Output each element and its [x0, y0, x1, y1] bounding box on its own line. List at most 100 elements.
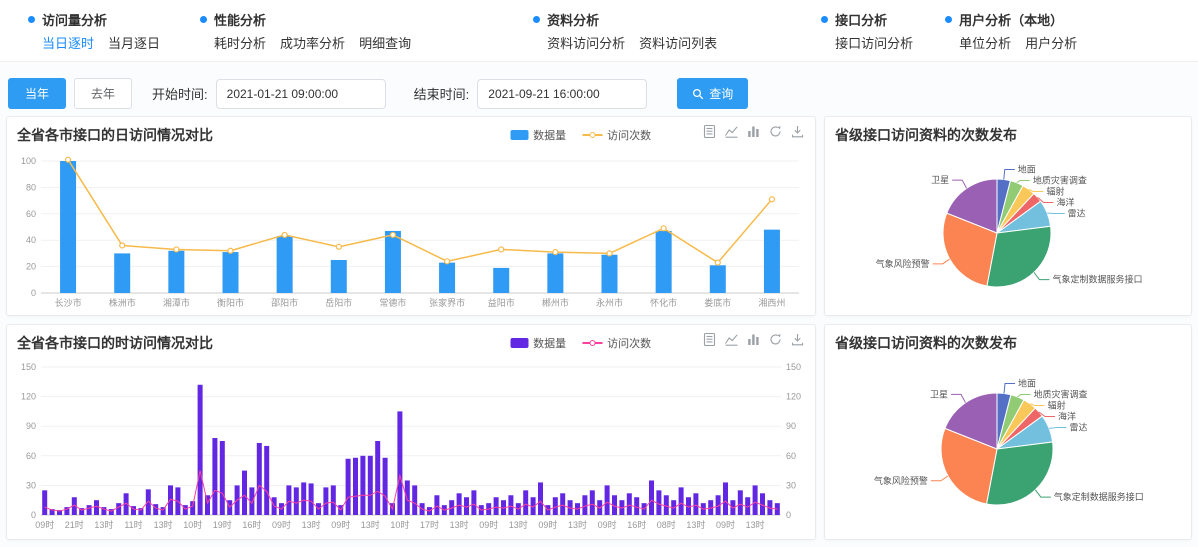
last-year-button[interactable]: 去年	[74, 78, 132, 109]
nav-item-data-access-list[interactable]: 资料访问列表	[639, 33, 717, 52]
svg-text:地面: 地面	[1018, 164, 1036, 175]
refresh-icon[interactable]	[768, 124, 783, 139]
nav-section-title: 访问量分析	[42, 10, 107, 29]
province-access-pie-chart: 地面地质灾害调查辐射海洋雷达气象定制数据服务接口气象风险预警卫星	[825, 147, 1191, 315]
download-icon[interactable]	[790, 332, 805, 347]
svg-text:辐射: 辐射	[1046, 186, 1064, 197]
svg-text:郴州市: 郴州市	[542, 297, 569, 308]
bar-chart-icon[interactable]	[746, 124, 761, 139]
nav-item-unit-analysis[interactable]: 单位分析	[959, 33, 1011, 52]
svg-text:地质灾害调查: 地质灾害调查	[1033, 175, 1087, 186]
svg-text:13时: 13时	[568, 519, 587, 530]
svg-text:海洋: 海洋	[1058, 411, 1076, 422]
svg-text:邵阳市: 邵阳市	[271, 297, 298, 308]
nav-item-daily-month[interactable]: 当月逐日	[108, 33, 160, 52]
filter-bar: 当年 去年 开始时间: 结束时间: 查询	[8, 78, 748, 109]
nav-item-time-cost[interactable]: 耗时分析	[214, 33, 266, 52]
svg-text:永州市: 永州市	[596, 297, 623, 308]
nav-item-detail-query[interactable]: 明细查询	[359, 33, 411, 52]
svg-text:13时: 13时	[746, 519, 765, 530]
nav-item-success-rate[interactable]: 成功率分析	[280, 33, 345, 52]
svg-text:株洲市: 株洲市	[109, 297, 136, 308]
svg-text:岳阳市: 岳阳市	[325, 297, 352, 308]
svg-text:80: 80	[26, 182, 36, 192]
nav-section-title: 用户分析（本地）	[959, 10, 1063, 29]
search-button-label: 查询	[709, 85, 733, 102]
line-series-swatch	[582, 134, 602, 136]
svg-text:雷达: 雷达	[1070, 422, 1088, 433]
nav-section-title: 接口分析	[835, 10, 887, 29]
svg-text:地质灾害调查: 地质灾害调查	[1034, 389, 1088, 400]
line-marker	[589, 132, 595, 138]
line-chart-icon[interactable]	[724, 332, 739, 347]
svg-text:雷达: 雷达	[1068, 208, 1086, 219]
bar-chart-icon[interactable]	[746, 332, 761, 347]
nav-section-user: 用户分析（本地） 单位分析 用户分析	[945, 10, 1077, 61]
svg-text:09时: 09时	[272, 519, 291, 530]
svg-text:09时: 09时	[479, 519, 498, 530]
this-year-button[interactable]: 当年	[8, 78, 66, 109]
svg-text:17时: 17时	[420, 519, 439, 530]
line-chart-icon[interactable]	[724, 124, 739, 139]
daily-bar-line-chart: 020406080100长沙市株洲市湘潭市衡阳市邵阳市岳阳市常德市张家界市益阳市…	[7, 147, 815, 317]
line-marker	[589, 340, 595, 346]
legend-item-visit-count[interactable]: 访问次数	[582, 127, 651, 143]
svg-text:30: 30	[786, 480, 796, 490]
nav-section-title: 性能分析	[214, 10, 266, 29]
svg-text:60: 60	[786, 451, 796, 461]
top-navigation: 访问量分析 当日逐时 当月逐日 性能分析 耗时分析 成功率分析 明细查询 资料分…	[0, 0, 1198, 62]
legend-item-data-volume[interactable]: 数据量	[510, 127, 566, 143]
svg-text:21时: 21时	[65, 519, 84, 530]
svg-text:40: 40	[26, 235, 36, 245]
svg-text:10时: 10时	[183, 519, 202, 530]
nav-item-data-access-analysis[interactable]: 资料访问分析	[547, 33, 625, 52]
svg-text:湘西州: 湘西州	[758, 297, 785, 308]
svg-text:0: 0	[786, 510, 791, 520]
chart-toolbox	[702, 332, 805, 347]
legend-label: 访问次数	[607, 127, 651, 143]
svg-text:卫星: 卫星	[930, 389, 948, 399]
svg-text:气象风险预警: 气象风险预警	[876, 258, 930, 269]
svg-text:海洋: 海洋	[1057, 197, 1075, 208]
nav-item-user-analysis[interactable]: 用户分析	[1025, 33, 1077, 52]
legend-item-visit-count[interactable]: 访问次数	[582, 335, 651, 351]
bullet-icon	[28, 16, 35, 23]
nav-item-interface-access[interactable]: 接口访问分析	[835, 33, 913, 52]
nav-section-interface: 接口分析 接口访问分析	[821, 10, 913, 61]
refresh-icon[interactable]	[768, 332, 783, 347]
svg-text:120: 120	[21, 392, 36, 402]
line-series-swatch	[582, 342, 602, 344]
data-view-icon[interactable]	[702, 332, 717, 347]
nav-item-hourly-today[interactable]: 当日逐时	[42, 33, 94, 52]
download-icon[interactable]	[790, 124, 805, 139]
svg-text:13时: 13时	[361, 519, 380, 530]
svg-text:长沙市: 长沙市	[55, 297, 82, 308]
svg-text:湘潭市: 湘潭市	[163, 297, 190, 308]
svg-text:120: 120	[786, 392, 801, 402]
svg-text:10时: 10时	[390, 519, 409, 530]
svg-text:30: 30	[26, 480, 36, 490]
daily-access-chart-card: 全省各市接口的日访问情况对比 数据量 访问次数 020406080100长沙市株…	[6, 116, 816, 316]
province-pie-card-top: 省级接口访问资料的次数发布 地面地质灾害调查辐射海洋雷达气象定制数据服务接口气象…	[824, 116, 1192, 316]
svg-text:150: 150	[21, 362, 36, 372]
svg-text:09时: 09时	[716, 519, 735, 530]
chart-title: 省级接口访问资料的次数发布	[835, 125, 1017, 145]
end-time-input[interactable]	[477, 79, 647, 109]
svg-text:08时: 08时	[657, 519, 676, 530]
chart-legend: 数据量 访问次数	[510, 127, 651, 143]
bullet-icon	[533, 16, 540, 23]
svg-text:气象定制数据服务接口: 气象定制数据服务接口	[1054, 491, 1144, 502]
nav-section-data: 资料分析 资料访问分析 资料访问列表	[533, 10, 717, 61]
analytics-dashboard: 访问量分析 当日逐时 当月逐日 性能分析 耗时分析 成功率分析 明细查询 资料分…	[0, 0, 1198, 547]
chart-title: 全省各市接口的日访问情况对比	[17, 125, 213, 145]
hourly-access-chart-card: 全省各市接口的时访问情况对比 数据量 访问次数 0030306060909012…	[6, 324, 816, 540]
svg-text:90: 90	[786, 421, 796, 431]
data-view-icon[interactable]	[702, 124, 717, 139]
start-time-input[interactable]	[216, 79, 386, 109]
legend-item-data-volume[interactable]: 数据量	[510, 335, 566, 351]
svg-text:16时: 16时	[627, 519, 646, 530]
svg-text:09时: 09时	[331, 519, 350, 530]
svg-text:60: 60	[26, 209, 36, 219]
search-button[interactable]: 查询	[677, 78, 748, 109]
svg-text:13时: 13时	[509, 519, 528, 530]
